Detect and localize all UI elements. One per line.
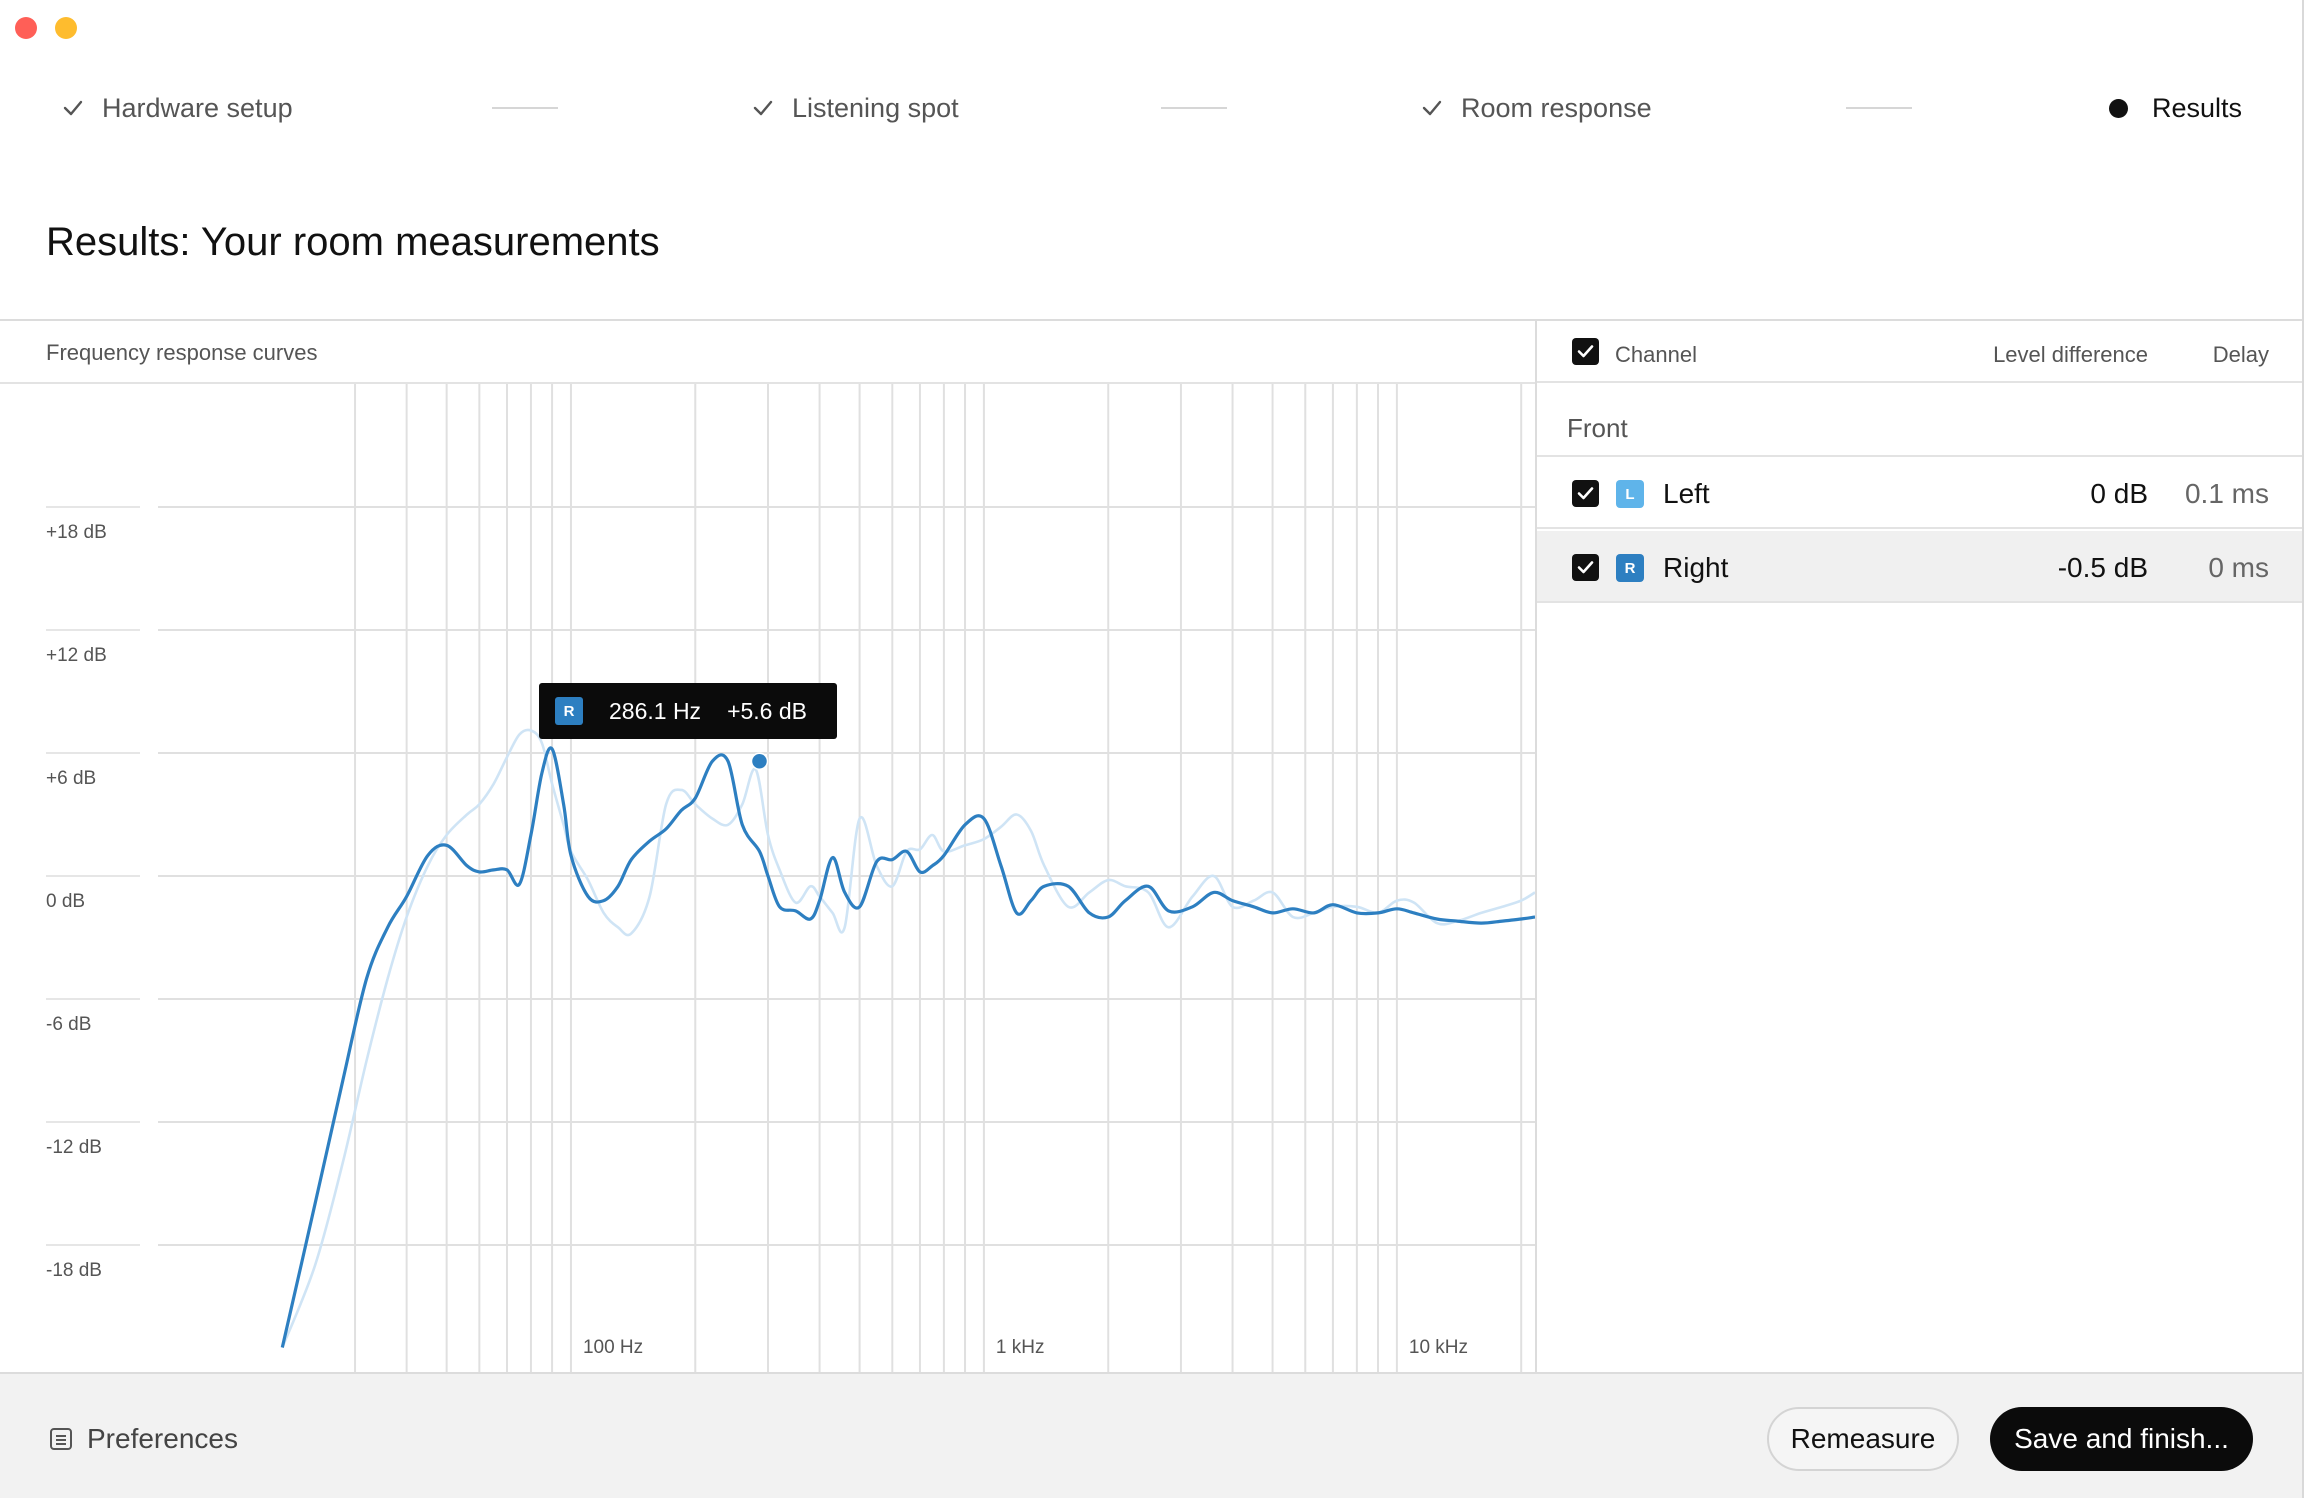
channel-right-checkbox[interactable] — [1572, 554, 1599, 581]
check-icon — [753, 100, 773, 116]
step-connector — [1161, 107, 1227, 109]
y-tick-label: -12 dB — [46, 1137, 102, 1158]
step-room-response[interactable]: Room response — [1421, 90, 1652, 126]
x-tick-label: 100 Hz — [583, 1337, 643, 1358]
column-header-channel[interactable]: Channel — [1615, 342, 1697, 368]
y-tick-label: +18 dB — [46, 522, 107, 543]
channel-delay: 0.1 ms — [2184, 478, 2269, 509]
x-tick-label: 10 kHz — [1409, 1337, 1468, 1358]
y-tick-label: 0 dB — [46, 891, 85, 912]
step-results[interactable]: Results — [2109, 90, 2242, 126]
save-and-finish-button[interactable]: Save and finish... — [1990, 1407, 2253, 1471]
channel-level: 0 dB — [2090, 478, 2148, 509]
y-tick-label: +6 dB — [46, 768, 96, 789]
channel-badge-right: R — [1616, 554, 1644, 582]
checkmark-icon — [1577, 561, 1594, 574]
channel-badge-right: R — [555, 697, 583, 725]
channel-row-left[interactable]: L Left 0 dB 0.1 ms — [1537, 457, 2302, 529]
channel-badge-left: L — [1616, 480, 1644, 508]
y-tick-label: -6 dB — [46, 1014, 91, 1035]
series-line-right[interactable] — [280, 746, 1535, 1348]
step-label: Listening spot — [792, 92, 959, 123]
channel-table-header: Channel Level difference Delay — [1537, 320, 2302, 383]
preferences-icon — [50, 1428, 72, 1450]
footer-bar: Preferences Remeasure Save and finish... — [0, 1372, 2302, 1498]
chart-panel-label: Frequency response curves — [46, 340, 318, 365]
checkmark-icon — [1577, 345, 1594, 358]
check-icon — [1422, 100, 1442, 116]
y-tick-label: +12 dB — [46, 645, 107, 666]
app-window: Hardware setup Listening spot Room respo… — [0, 0, 2304, 1498]
remeasure-button[interactable]: Remeasure — [1767, 1407, 1959, 1471]
channel-row-right[interactable]: R Right -0.5 dB 0 ms — [1537, 531, 2302, 603]
minimize-window-button[interactable] — [55, 17, 77, 39]
preferences-button[interactable]: Preferences — [49, 1423, 238, 1455]
column-header-level-difference[interactable]: Level difference — [1993, 342, 2148, 368]
check-icon — [63, 100, 83, 116]
series-line-left[interactable] — [281, 728, 1535, 1348]
select-all-checkbox[interactable] — [1572, 338, 1599, 365]
tooltip-level: +5.6 dB — [727, 697, 807, 724]
step-label: Hardware setup — [102, 92, 293, 123]
channel-left-checkbox[interactable] — [1572, 480, 1599, 507]
checkmark-icon — [1577, 487, 1594, 500]
preferences-label: Preferences — [87, 1423, 238, 1454]
x-tick-label: 1 kHz — [996, 1337, 1045, 1358]
highlight-point-marker[interactable] — [750, 752, 769, 770]
step-listening-spot[interactable]: Listening spot — [752, 90, 959, 126]
channel-name: Left — [1663, 478, 1710, 509]
step-hardware-setup[interactable]: Hardware setup — [62, 90, 293, 126]
current-step-dot-icon — [2109, 98, 2128, 118]
step-connector — [492, 107, 558, 109]
chart-tooltip: R 286.1 Hz +5.6 dB — [539, 683, 837, 739]
channel-name: Right — [1663, 552, 1729, 583]
frequency-response-chart[interactable]: +18 dB +12 dB +6 dB 0 dB -6 dB -12 dB -18 dB 1… — [0, 384, 1535, 1372]
page-title: Results: Your room measurements — [46, 220, 660, 264]
channel-delay: 0 ms — [2208, 552, 2269, 583]
step-label: Room response — [1461, 92, 1652, 123]
channel-level: -0.5 dB — [2057, 552, 2148, 583]
step-label: Results — [2152, 92, 2243, 123]
tooltip-frequency: 286.1 Hz — [609, 697, 702, 724]
y-tick-label: -18 dB — [46, 1260, 102, 1281]
step-connector — [1846, 107, 1912, 109]
close-window-button[interactable] — [15, 17, 37, 39]
group-label-front: Front — [1567, 413, 1628, 443]
column-header-delay[interactable]: Delay — [2213, 342, 2269, 368]
